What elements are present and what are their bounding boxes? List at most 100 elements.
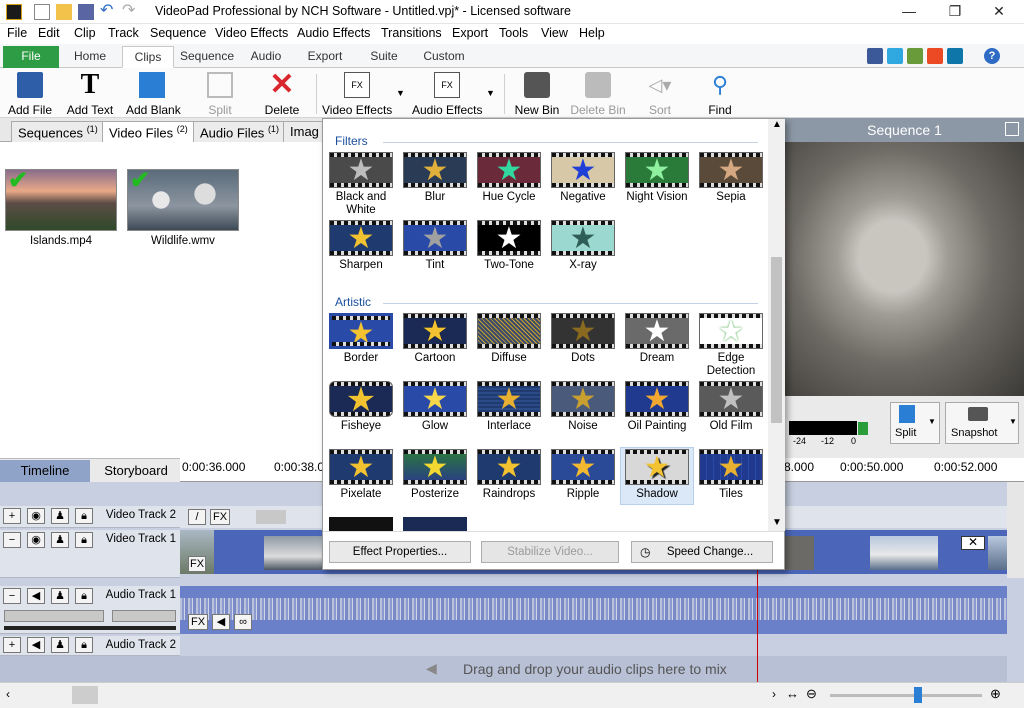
audio-track-2-lane[interactable] xyxy=(180,636,1007,656)
tab-storyboard[interactable]: Storyboard xyxy=(92,460,180,483)
menu-clip[interactable]: Clip xyxy=(74,26,96,40)
split-preview-button[interactable]: Split ▼ xyxy=(890,402,940,444)
video-effects-dropdown-icon[interactable]: ▼ xyxy=(396,88,405,98)
delete-button[interactable]: ✕ Delete xyxy=(262,70,302,118)
menu-tools[interactable]: Tools xyxy=(499,26,528,40)
effect-pixelate[interactable]: ★ Pixelate xyxy=(324,449,398,501)
tab-sequences[interactable]: Sequences (1) xyxy=(11,121,105,142)
scroll-up-icon[interactable]: ▲ xyxy=(772,119,782,130)
scroll-thumb[interactable] xyxy=(771,257,782,423)
collapse-track-icon[interactable]: − xyxy=(3,532,21,548)
video-clip[interactable] xyxy=(988,536,1007,570)
close-button[interactable]: ✕ xyxy=(976,0,1022,24)
minimize-button[interactable]: — xyxy=(886,0,932,24)
effect-dots[interactable]: ★ Dots xyxy=(546,313,620,365)
transition-icon[interactable]: / xyxy=(188,509,206,525)
help-icon[interactable]: ? xyxy=(984,48,1000,64)
facebook-icon[interactable] xyxy=(867,48,883,64)
audio-track-1-lane[interactable]: FX ◀ ∞ xyxy=(180,586,1007,634)
menu-video-effects[interactable]: Video Effects xyxy=(215,26,288,40)
audio-effects-dropdown-icon[interactable]: ▼ xyxy=(486,88,495,98)
eye-icon[interactable]: ◉ xyxy=(27,532,45,548)
effect-diffuse[interactable]: Diffuse xyxy=(472,313,546,365)
tab-timeline[interactable]: Timeline xyxy=(0,460,90,483)
menu-transitions[interactable]: Transitions xyxy=(381,26,442,40)
lock-icon[interactable]: 🔒︎ xyxy=(75,532,93,548)
effect-negative[interactable]: ★ Negative xyxy=(546,152,620,204)
tab-sequence[interactable]: Sequence xyxy=(178,46,236,68)
speed-change-button[interactable]: ◷ Speed Change... xyxy=(631,541,773,563)
effect-tint[interactable]: ★ Tint xyxy=(398,220,472,272)
effect-fisheye[interactable]: ★ Fisheye xyxy=(324,381,398,433)
zoom-out-icon[interactable]: ⊖ xyxy=(806,686,817,702)
fx-button[interactable]: FX xyxy=(210,509,230,525)
menu-export[interactable]: Export xyxy=(452,26,488,40)
loop-icon[interactable]: ∞ xyxy=(234,614,252,630)
effect-glow[interactable]: ★ Glow xyxy=(398,381,472,433)
volume-slider[interactable] xyxy=(4,610,104,622)
effect-shadow[interactable]: ★ Shadow xyxy=(620,447,694,505)
tab-suite[interactable]: Suite xyxy=(358,46,410,68)
clip-thumbnail-wildlife[interactable]: ✔ xyxy=(127,169,239,231)
menu-edit[interactable]: Edit xyxy=(38,26,60,40)
scroll-thumb[interactable] xyxy=(72,686,98,704)
video-clip[interactable] xyxy=(784,536,814,570)
audio-drop-zone[interactable]: ◀ Drag and drop your audio clips here to… xyxy=(0,656,1007,682)
effect-posterize[interactable]: ★ Posterize xyxy=(398,449,472,501)
effect-two-tone[interactable]: ★ Two-Tone xyxy=(472,220,546,272)
tab-file[interactable]: File xyxy=(3,46,59,68)
effect-cartoon[interactable]: ★ Cartoon xyxy=(398,313,472,365)
add-blank-button[interactable]: Add Blank xyxy=(126,72,181,117)
clip-thumbnail-islands[interactable]: ✔ xyxy=(5,169,117,231)
zoom-in-icon[interactable]: ⊕ xyxy=(990,686,1001,702)
timeline-vertical-scrollbar[interactable] xyxy=(1007,482,1024,578)
menu-sequence[interactable]: Sequence xyxy=(150,26,206,40)
eye-icon[interactable]: ◉ xyxy=(27,508,45,524)
effect-partial-thumbnail[interactable] xyxy=(403,517,467,531)
split-button[interactable]: Split xyxy=(200,72,240,117)
open-icon[interactable] xyxy=(56,4,72,20)
new-bin-button[interactable]: New Bin xyxy=(514,72,560,117)
speaker-icon[interactable]: ◀ xyxy=(27,588,45,604)
effect-sharpen[interactable]: ★ Sharpen xyxy=(324,220,398,272)
add-track-icon[interactable]: + xyxy=(3,637,21,653)
lock-icon[interactable]: 🔒︎ xyxy=(75,637,93,653)
tab-clips[interactable]: Clips xyxy=(122,46,174,68)
tab-images[interactable]: Imag xyxy=(283,121,325,142)
effect-blur[interactable]: ★ Blur xyxy=(398,152,472,204)
lock-icon[interactable]: 🔒︎ xyxy=(75,508,93,524)
add-text-button[interactable]: T Add Text xyxy=(66,71,114,118)
sort-button[interactable]: ◁▾ Sort xyxy=(640,72,680,117)
fit-icon[interactable]: ↔ xyxy=(786,686,799,701)
speaker-icon[interactable]: ◀ xyxy=(27,637,45,653)
add-track-icon[interactable]: + xyxy=(3,508,21,524)
snapshot-button[interactable]: Snapshot ▼ xyxy=(945,402,1019,444)
menu-track[interactable]: Track xyxy=(108,26,139,40)
group-icon[interactable]: ♟ xyxy=(51,532,69,548)
effect-partial-thumbnail[interactable] xyxy=(329,517,393,531)
tab-home[interactable]: Home xyxy=(62,46,118,68)
group-icon[interactable]: ♟ xyxy=(51,508,69,524)
tab-audio[interactable]: Audio xyxy=(240,46,292,68)
menu-help[interactable]: Help xyxy=(579,26,605,40)
find-button[interactable]: ⚲ Find xyxy=(702,72,738,117)
stumbleupon-icon[interactable] xyxy=(927,48,943,64)
effect-night-vision[interactable]: ★ Night Vision xyxy=(620,152,694,204)
speaker-icon[interactable]: ◀ xyxy=(212,614,230,630)
plus-icon[interactable] xyxy=(907,48,923,64)
effects-scrollbar[interactable]: ▲ ▼ xyxy=(768,119,785,531)
collapse-track-icon[interactable]: − xyxy=(3,588,21,604)
stabilize-video-button[interactable]: Stabilize Video... xyxy=(481,541,619,563)
twitter-icon[interactable] xyxy=(887,48,903,64)
menu-file[interactable]: File xyxy=(7,26,27,40)
fx-button[interactable]: FX xyxy=(188,614,208,630)
effect-hue-cycle[interactable]: ★ Hue Cycle xyxy=(472,152,546,204)
transition-icon[interactable]: ✕ xyxy=(961,536,985,550)
timeline-scrollbar[interactable]: ‹ › ↔ ⊖ ⊕ xyxy=(0,682,1024,708)
effect-noise[interactable]: ★ Noise xyxy=(546,381,620,433)
fx-button[interactable]: FX xyxy=(188,556,206,572)
effect-tiles[interactable]: ★ Tiles xyxy=(694,449,768,501)
group-icon[interactable]: ♟ xyxy=(51,588,69,604)
pan-slider[interactable] xyxy=(112,610,176,622)
scroll-left-icon[interactable]: ‹ xyxy=(6,687,10,701)
